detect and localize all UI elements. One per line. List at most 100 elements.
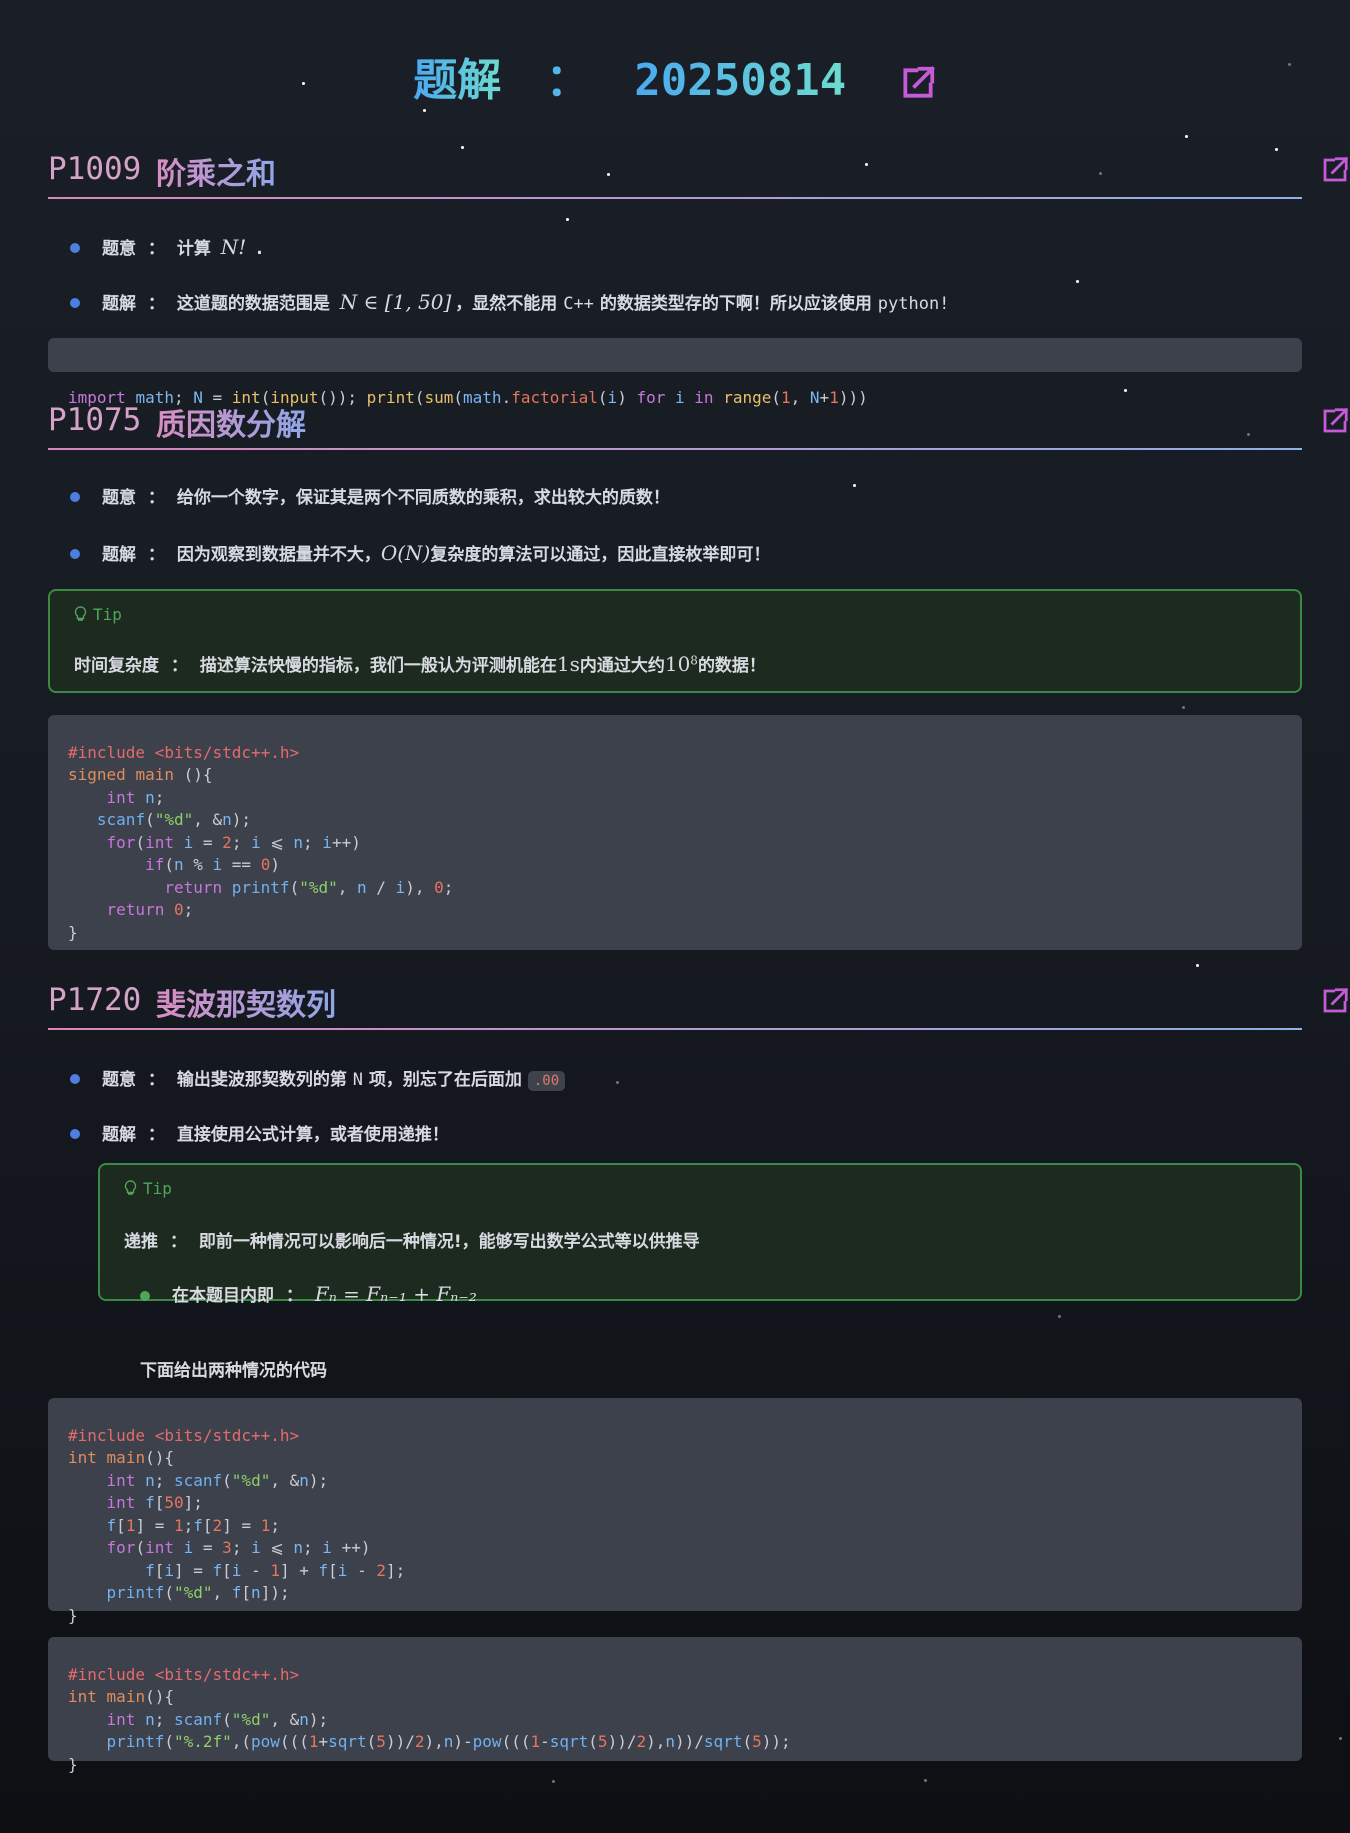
- bullet-dot: [140, 1291, 150, 1301]
- math-formula: Fₙ = Fₙ₋₁ + Fₙ₋₂: [314, 1282, 477, 1306]
- bullet-text: 项，别忘了在后面加: [368, 1070, 522, 1090]
- code-line: printf("%d", f[n]);: [106, 1583, 290, 1602]
- code-line: f[1] = 1;f[2] = 1;: [106, 1515, 280, 1535]
- bullet-text: 的数据类型存的下啊！所以应该使用: [599, 294, 872, 314]
- inline-code-text: python!: [877, 294, 950, 314]
- lightbulb-icon: [124, 1180, 137, 1195]
- tip-title: Tip: [143, 1179, 172, 1198]
- code-line: int main(){: [68, 1448, 174, 1467]
- tip-body: 时间复杂度 ： 描述算法快慢的指标，我们一般认为评测机能在1s内通过大约108的…: [74, 651, 766, 676]
- bullet-dot: [70, 492, 80, 502]
- tip-header: Tip: [124, 1179, 172, 1198]
- bullet-text: 这道题的数据范围是: [176, 294, 330, 314]
- bullet-text: .: [256, 239, 263, 259]
- bullet-solution: 题解 ： 直接使用公式计算，或者使用递推！: [70, 1123, 449, 1147]
- code-line: int f[50];: [106, 1493, 203, 1512]
- tip-text: 内通过大约: [579, 656, 665, 676]
- bullet-statement: 题意 ： 计算 N! .: [70, 235, 263, 261]
- tip-callout: Tip 递推 ： 即前一种情况可以影响后一种情况!，能够写出数学公式等以供推导 …: [98, 1163, 1302, 1306]
- code-line: for(int i = 3; i ⩽ n; i ++): [106, 1538, 371, 1557]
- bullet-dot: [70, 1074, 80, 1084]
- math-superscript: 8: [690, 653, 698, 668]
- tip-term: 递推: [124, 1232, 158, 1252]
- inline-code-text: N: [352, 1070, 364, 1090]
- code-line: int main(){: [68, 1687, 174, 1706]
- problem-name: 阶乘之和: [156, 149, 276, 193]
- bullet-label: 题解: [102, 1125, 136, 1145]
- page-title: 题解 ： 20250814: [48, 52, 1302, 110]
- separator: ：: [169, 1232, 187, 1252]
- external-link-icon[interactable]: [1320, 406, 1350, 436]
- tip-text: 即前一种情况可以影响后一种情况!，能够写出数学公式等以供推导: [198, 1232, 700, 1252]
- problem-id: P1720: [48, 982, 142, 1018]
- problem-id: P1009: [48, 151, 142, 187]
- bullet-text: 给你一个数字，保证其是两个不同质数的乘积，求出较大的质数！: [176, 488, 670, 508]
- separator: ：: [170, 656, 188, 676]
- external-link-icon[interactable]: [899, 64, 937, 102]
- separator: ：: [147, 488, 165, 508]
- bullet-text: 复杂度的算法可以通过，因此直接枚举即可！: [430, 545, 771, 565]
- code-line: printf("%.2f",(pow(((1+sqrt(5))/2),n)-po…: [106, 1732, 791, 1751]
- inline-code-text: C++: [563, 294, 594, 314]
- problem-section-p1075: P1075 质因数分解 题意 ： 给你一个数字，保证其是两个不同质数的乘积，求出…: [48, 392, 1349, 950]
- tip-text: 在本题目内即: [172, 1286, 274, 1306]
- bullet-solution: 题解 ： 因为观察到数据量并不大，O(N)复杂度的算法可以通过，因此直接枚举即可…: [70, 541, 770, 567]
- separator: ：: [147, 239, 165, 259]
- external-link-icon[interactable]: [1320, 155, 1350, 185]
- inline-code: .00: [527, 1071, 566, 1091]
- separator: ：: [285, 1286, 303, 1306]
- bullet-text: 因为观察到数据量并不大，: [176, 545, 381, 565]
- bullet-dot: [70, 298, 80, 308]
- bullet-label: 题意: [102, 239, 136, 259]
- math-expression: N ∈ [1, 50]: [339, 290, 452, 314]
- title-label: 题解: [413, 55, 502, 106]
- bullet-text: ，显然不能用: [455, 294, 558, 314]
- tip-title: Tip: [93, 605, 122, 624]
- bullet-statement: 题意 ： 给你一个数字，保证其是两个不同质数的乘积，求出较大的质数！: [70, 486, 670, 510]
- code-block-recurrence[interactable]: #include <bits/stdc++.h> int main(){ int …: [48, 1398, 1302, 1625]
- section-heading: P1720 斐波那契数列: [48, 972, 1349, 1030]
- bullet-text: 直接使用公式计算，或者使用递推！: [176, 1125, 449, 1145]
- code-line: f[i] = f[i - 1] + f[i - 2];: [145, 1560, 406, 1580]
- bullet-label: 题意: [102, 488, 136, 508]
- code-line: if(n % i == 0): [145, 855, 280, 874]
- tip-header: Tip: [74, 605, 122, 624]
- tip-text: 描述算法快慢的指标，我们一般认为评测机能在: [199, 656, 557, 676]
- code-intro-note: 下面给出两种情况的代码: [140, 1361, 327, 1381]
- code-block[interactable]: import math; N = int(input()); print(sum…: [48, 338, 1302, 407]
- bullet-text: 计算: [176, 239, 211, 259]
- code-line: int n;: [106, 787, 165, 807]
- code-line: return 0;: [106, 900, 194, 919]
- code-line: #include <bits/stdc++.h>: [68, 1664, 300, 1684]
- tip-body: 递推 ： 即前一种情况可以影响后一种情况!，能够写出数学公式等以供推导: [124, 1227, 700, 1252]
- code-line: #include <bits/stdc++.h>: [68, 1425, 300, 1445]
- title-separator: ：: [545, 55, 590, 106]
- external-link-icon[interactable]: [1320, 986, 1350, 1016]
- separator: ：: [147, 294, 165, 314]
- bullet-dot: [70, 243, 80, 253]
- separator: ：: [147, 1125, 165, 1145]
- code-line: signed main (){: [68, 765, 213, 784]
- code-block-formula[interactable]: #include <bits/stdc++.h> int main(){ int …: [48, 1637, 1302, 1774]
- bullet-statement: 题意 ： 输出斐波那契数列的第 N 项，别忘了在后面加 .00: [70, 1068, 566, 1093]
- bullet-text: 输出斐波那契数列的第: [176, 1070, 347, 1090]
- problem-name: 斐波那契数列: [156, 980, 336, 1024]
- code-line: #include <bits/stdc++.h>: [68, 742, 300, 762]
- tip-term: 时间复杂度: [74, 656, 159, 676]
- problem-section-p1009: P1009 阶乘之和 题意 ： 计算 N! . 题解 ： 这道题的数据范围是 N…: [48, 141, 1349, 407]
- code-line: return printf("%d", n / i), 0;: [164, 877, 454, 897]
- problem-name: 质因数分解: [156, 400, 306, 444]
- code-block[interactable]: #include <bits/stdc++.h> signed main (){ …: [48, 715, 1302, 950]
- bullet-label: 题意: [102, 1070, 136, 1090]
- code-line: int n; scanf("%d", &n);: [106, 1709, 329, 1729]
- separator: ：: [147, 1070, 165, 1090]
- separator: ：: [147, 545, 165, 565]
- math-expression: O(N): [380, 541, 431, 565]
- bullet-label: 题解: [102, 294, 136, 314]
- problem-id: P1075: [48, 402, 142, 438]
- code-line: int n; scanf("%d", &n);: [106, 1470, 329, 1490]
- code-line: scanf("%d", &n);: [96, 810, 252, 829]
- code-line: }: [68, 1605, 78, 1625]
- code-line: }: [68, 922, 78, 942]
- bullet-solution: 题解 ： 这道题的数据范围是 N ∈ [1, 50] ，显然不能用 C++ 的数据…: [70, 290, 949, 316]
